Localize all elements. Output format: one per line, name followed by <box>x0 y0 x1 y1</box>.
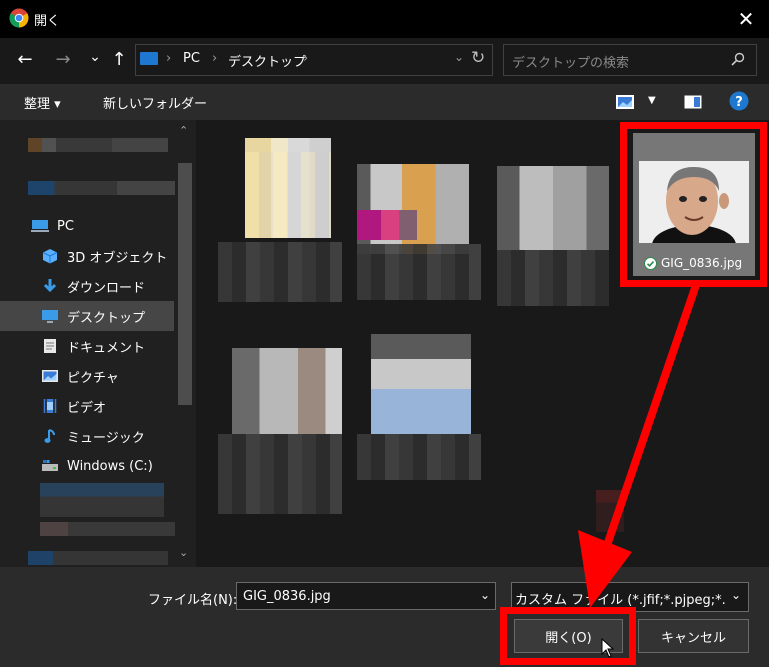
blurred-sidebar-item <box>40 522 180 536</box>
scroll-up-icon[interactable]: ⌃ <box>179 124 188 137</box>
new-folder-button[interactable]: 新しいフォルダー <box>103 93 207 112</box>
sidebar-item-download[interactable]: ダウンロード <box>0 271 174 301</box>
sidebar-item-document[interactable]: ドキュメント <box>0 331 174 361</box>
file-tile-blurred[interactable] <box>218 138 342 306</box>
cancel-button[interactable]: キャンセル <box>638 619 749 653</box>
sidebar-item-cube[interactable]: 3D オブジェクト <box>0 241 174 271</box>
breadcrumb-separator: › <box>212 51 218 66</box>
music-icon <box>41 428 59 444</box>
scroll-down-icon[interactable]: ⌄ <box>179 546 188 559</box>
preview-pane-icon[interactable] <box>684 95 702 109</box>
breadcrumb-desktop[interactable]: デスクトップ <box>228 51 306 70</box>
sidebar-item-label: ダウンロード <box>67 280 146 296</box>
sidebar-item-label: ピクチャ <box>67 370 119 386</box>
sidebar-item-music[interactable]: ミュージック <box>0 421 174 451</box>
file-tile-blurred[interactable] <box>357 152 481 304</box>
breadcrumb-separator: › <box>303 51 309 66</box>
chrome-icon <box>9 8 29 28</box>
filename-dropdown-icon[interactable]: ⌄ <box>480 588 490 602</box>
file-type-value: カスタム ファイル (*.jfif;*.pjpeg;*.jpe <box>515 593 725 608</box>
file-tile-blurred[interactable] <box>218 348 342 518</box>
close-button[interactable]: ✕ <box>730 6 762 32</box>
sidebar-item-label: ビデオ <box>67 400 107 416</box>
sidebar-item-label: デスクトップ <box>67 310 146 326</box>
blurred-sidebar-item <box>28 551 168 565</box>
blurred-sidebar-item <box>28 181 176 195</box>
sidebar-item-drive[interactable]: Windows (C:) <box>0 451 174 481</box>
file-tile-blurred[interactable] <box>497 166 609 306</box>
picture-icon <box>41 368 59 384</box>
sidebar-item-picture[interactable]: ピクチャ <box>0 361 174 391</box>
breadcrumb-separator: › <box>166 51 172 66</box>
help-label: ? <box>735 95 743 110</box>
filename-input[interactable] <box>236 582 496 610</box>
sidebar-item-video[interactable]: ビデオ <box>0 391 174 421</box>
title-bar <box>0 0 769 38</box>
sidebar-item-desktop[interactable]: デスクトップ <box>0 301 174 331</box>
pc-icon <box>140 52 158 65</box>
video-icon <box>41 398 59 414</box>
up-button[interactable]: ↑ <box>106 44 132 74</box>
sidebar-item-label: 3D オブジェクト <box>67 250 168 266</box>
sidebar-item-label: ミュージック <box>67 430 145 446</box>
back-button[interactable]: ← <box>12 44 38 74</box>
filename-label: ファイル名(N): <box>148 593 238 608</box>
drive-icon <box>41 458 59 474</box>
blurred-fragment <box>596 490 624 532</box>
cube-icon <box>41 248 59 264</box>
search-icon[interactable] <box>731 52 745 66</box>
dropdown-chevron-icon[interactable]: ⌄ <box>454 50 464 64</box>
forward-button[interactable]: → <box>50 44 76 74</box>
recent-locations-button[interactable]: ⌄ <box>82 42 108 72</box>
scrollbar-thumb[interactable] <box>178 163 192 405</box>
sidebar-item-pc[interactable]: PC <box>0 211 164 241</box>
sidebar-item-label: PC <box>57 218 74 234</box>
highlight-box-selected-file <box>620 122 767 287</box>
pc-icon <box>31 218 49 234</box>
file-tile-blurred[interactable] <box>357 334 481 484</box>
view-dropdown-icon[interactable]: ▼ <box>648 95 656 106</box>
document-icon <box>41 338 59 354</box>
help-icon[interactable]: ? <box>729 91 749 111</box>
file-type-dropdown-icon[interactable]: ⌄ <box>731 588 741 602</box>
view-icon[interactable] <box>615 94 635 110</box>
search-placeholder: デスクトップの検索 <box>512 56 630 71</box>
breadcrumb-pc[interactable]: PC <box>183 51 200 66</box>
sidebar-item-label: Windows (C:) <box>67 458 153 474</box>
download-icon <box>41 278 59 294</box>
blurred-sidebar-item <box>28 138 168 152</box>
desktop-icon <box>41 308 59 324</box>
sidebar-item-label: ドキュメント <box>67 340 146 356</box>
organize-menu[interactable]: 整理 ▾ <box>24 93 61 112</box>
refresh-icon[interactable]: ↻ <box>471 48 485 68</box>
blurred-sidebar-item <box>40 483 164 517</box>
highlight-box-open-button <box>500 607 636 665</box>
window-title: 開く <box>34 14 61 29</box>
